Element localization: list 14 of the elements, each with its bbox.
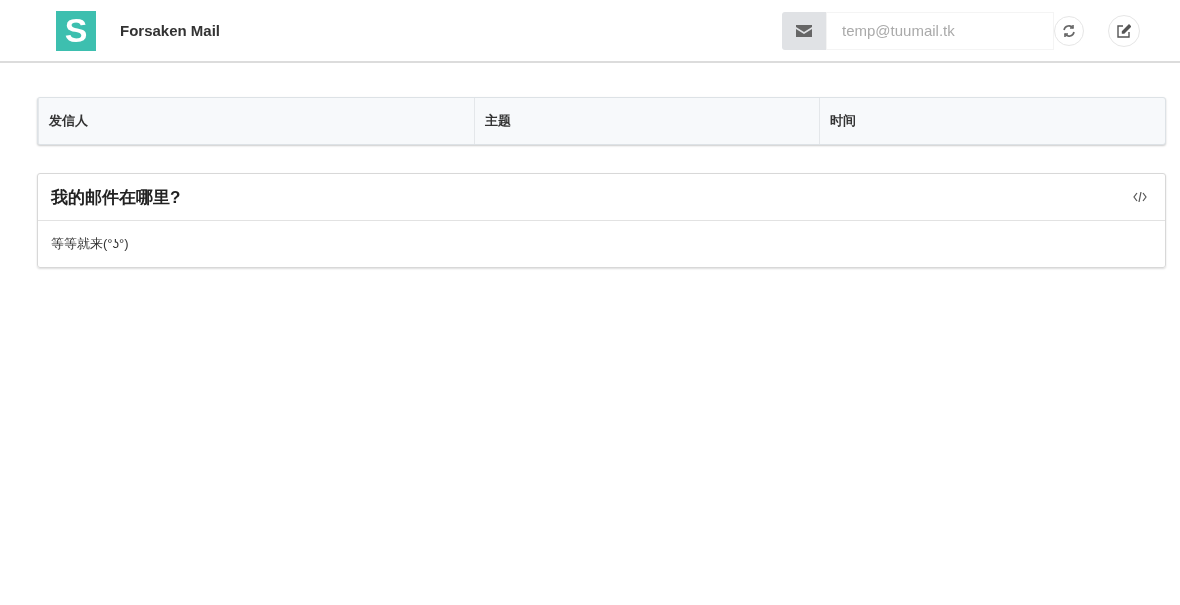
envelope-icon	[796, 24, 812, 37]
refresh-icon	[1062, 23, 1076, 38]
email-field[interactable]: temp@tuumail.tk	[826, 11, 1054, 50]
logo: S	[56, 10, 96, 51]
column-header: 发信人	[38, 98, 474, 144]
code-icon[interactable]	[1133, 192, 1147, 202]
column-header: 主题	[474, 98, 819, 144]
app-title: Forsaken Mail	[120, 22, 221, 39]
refresh-button[interactable]	[1054, 15, 1084, 46]
panel-title: 我的邮件在哪里?	[51, 186, 181, 209]
column-header: 时间	[819, 98, 1165, 144]
panel-message: 等等就来(°ʖ°)	[50, 235, 130, 253]
compose-button[interactable]	[1108, 14, 1140, 47]
edit-icon	[1117, 23, 1131, 38]
